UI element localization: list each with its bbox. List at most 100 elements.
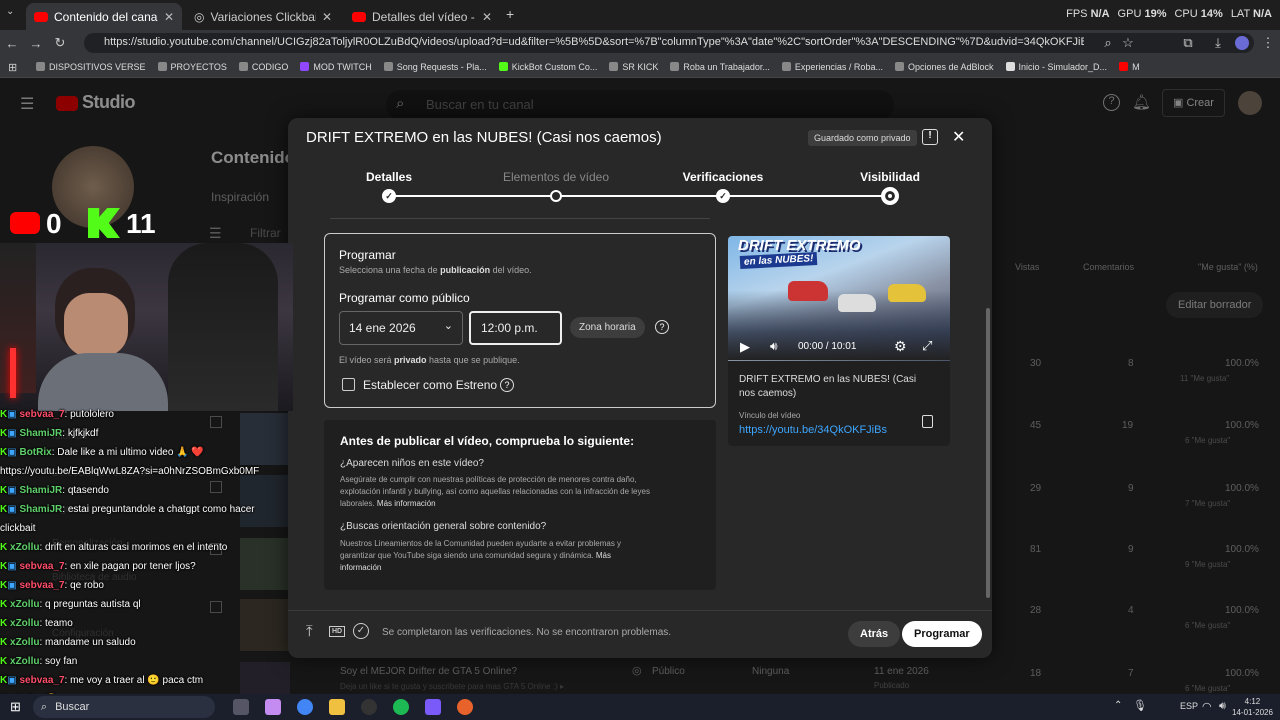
app-icon[interactable] bbox=[360, 699, 377, 715]
check-icon[interactable]: ✓ bbox=[716, 189, 730, 203]
gear-icon[interactable]: ⚙ bbox=[894, 338, 907, 355]
timezone-button[interactable]: Zona horaria bbox=[570, 317, 645, 338]
schedule-panel: Programar Selecciona una fecha de public… bbox=[324, 233, 716, 408]
url-field[interactable]: https://studio.youtube.com/channel/UCIGz… bbox=[84, 33, 1254, 53]
copilot-icon[interactable] bbox=[264, 699, 281, 715]
back-icon[interactable]: ← bbox=[0, 36, 24, 51]
youtube-icon bbox=[352, 11, 366, 22]
player-time: 00:00 / 10:01 bbox=[798, 341, 857, 352]
person-face bbox=[64, 293, 128, 357]
chat-line: K▣ BotRix: Dale like a mi ultimo video 🙏… bbox=[0, 447, 204, 458]
more-info-link[interactable]: Más información bbox=[377, 499, 436, 508]
tab-contenido[interactable]: Contenido del canal - YouTube ✕ bbox=[26, 3, 182, 30]
schedule-button[interactable]: Programar bbox=[902, 621, 982, 647]
menu-icon[interactable]: ⋮ bbox=[1256, 35, 1280, 51]
volume-icon[interactable]: 🔊︎ bbox=[770, 339, 778, 354]
extensions-icon[interactable]: ⧉ bbox=[1176, 35, 1200, 51]
car-yellow bbox=[888, 284, 926, 302]
close-tab-icon[interactable]: ✕ bbox=[322, 10, 332, 24]
premiere-label[interactable]: Establecer como Estreno bbox=[363, 378, 497, 392]
apps-grid-icon[interactable]: ⊞ bbox=[8, 61, 17, 74]
youtube-icon bbox=[34, 11, 48, 22]
video-link[interactable]: https://youtu.be/34QkOKFJiBs bbox=[739, 424, 887, 436]
car-red bbox=[788, 281, 828, 301]
scrollbar[interactable] bbox=[986, 308, 990, 598]
bookmark[interactable]: PROYECTOS bbox=[157, 62, 227, 72]
tab-search-icon[interactable]: ⌄ bbox=[6, 6, 14, 17]
task-view-icon[interactable] bbox=[232, 699, 249, 715]
bookmark[interactable]: Opciones de AdBlock bbox=[894, 62, 994, 72]
bookmark[interactable]: KickBot Custom Co... bbox=[498, 62, 597, 72]
premiere-checkbox[interactable] bbox=[342, 378, 355, 391]
speaker-icon[interactable]: 🔊︎ bbox=[1219, 700, 1226, 713]
globe-icon: ◎ bbox=[194, 9, 205, 24]
copy-icon[interactable] bbox=[922, 415, 933, 428]
step-dot-pending[interactable] bbox=[550, 190, 562, 202]
checks-q2: ¿Buscas orientación general sobre conten… bbox=[340, 521, 547, 532]
perf-overlay: FPS N/A GPU 19% CPU 14% LAT N/A bbox=[1066, 8, 1272, 20]
back-button[interactable]: Atrás bbox=[848, 621, 901, 647]
spotify-icon[interactable] bbox=[392, 699, 409, 715]
search-icon: ⌕ bbox=[40, 700, 48, 713]
bookmark[interactable]: M bbox=[1119, 62, 1140, 72]
help-icon[interactable]: ? bbox=[500, 378, 514, 392]
private-note: El vídeo será privado hasta que se publi… bbox=[339, 355, 520, 365]
bookmark[interactable]: Inicio - Simulador_D... bbox=[1005, 62, 1107, 72]
thumb-title-1: DRIFT EXTREMO bbox=[738, 237, 861, 254]
chat-line: K▣ ShamiJR: qtasendo bbox=[0, 485, 109, 496]
step-label-details[interactable]: Detalles bbox=[366, 170, 412, 184]
taskbar-search[interactable]: ⌕ Buscar bbox=[32, 696, 215, 718]
obs-icon[interactable] bbox=[456, 699, 473, 715]
close-modal-icon[interactable]: ✕ bbox=[952, 127, 965, 147]
person-shirt bbox=[38, 353, 168, 411]
progress-steps: Detalles Elementos de vídeo Verificacion… bbox=[288, 168, 992, 208]
upload-modal: DRIFT EXTREMO en las NUBES! (Casi nos ca… bbox=[288, 118, 992, 658]
windows-start-icon[interactable]: ⊞ bbox=[10, 699, 21, 715]
bookmark[interactable]: Experiencias / Roba... bbox=[781, 62, 883, 72]
bookmark[interactable]: MOD TWITCH bbox=[300, 62, 372, 72]
schedule-as-public-label: Programar como público bbox=[339, 291, 470, 305]
bookmarks-bar: ⊞ DISPOSITIVOS VERSE PROYECTOS CODIGO MO… bbox=[0, 56, 1280, 78]
bookmark[interactable]: Roba un Trabajador... bbox=[670, 62, 770, 72]
step-label-elements[interactable]: Elementos de vídeo bbox=[503, 170, 609, 184]
bookmark[interactable]: SR KICK bbox=[609, 62, 658, 72]
check-icon[interactable]: ✓ bbox=[382, 189, 396, 203]
time-input[interactable]: 12:00 p.m. bbox=[469, 311, 562, 345]
help-icon[interactable]: ? bbox=[655, 320, 669, 334]
video-player[interactable]: DRIFT EXTREMO en las NUBES! ▶ 🔊︎ 00:00 /… bbox=[728, 236, 950, 361]
tab-detalles[interactable]: Detalles del vídeo - YouTube St ✕ bbox=[344, 3, 500, 30]
feedback-icon[interactable]: ! bbox=[922, 129, 938, 145]
play-icon[interactable]: ▶ bbox=[740, 339, 750, 355]
step-label-visibility[interactable]: Visibilidad bbox=[860, 170, 920, 184]
bookmark[interactable]: CODIGO bbox=[238, 62, 288, 72]
close-tab-icon[interactable]: ✕ bbox=[164, 10, 174, 24]
chat-line: K xZollu: q preguntas autista ql bbox=[0, 599, 141, 610]
chrome-icon[interactable] bbox=[296, 699, 313, 715]
fullscreen-icon[interactable]: ⤢ bbox=[922, 338, 932, 354]
new-tab-icon[interactable]: + bbox=[506, 6, 514, 22]
explorer-icon[interactable] bbox=[328, 699, 345, 715]
chevron-down-icon: ⌄ bbox=[443, 320, 453, 332]
reload-icon[interactable]: ↻ bbox=[48, 35, 72, 51]
address-bar-row: ← → ↻ https://studio.youtube.com/channel… bbox=[0, 30, 1280, 56]
close-tab-icon[interactable]: ✕ bbox=[482, 10, 492, 24]
bookmark[interactable]: Song Requests - Pla... bbox=[383, 62, 487, 72]
discord-icon[interactable] bbox=[424, 699, 441, 715]
star-icon[interactable]: ☆ bbox=[1116, 35, 1140, 51]
tray-chevron-icon[interactable]: ⌃ bbox=[1114, 700, 1122, 711]
upload-icon: ⤒ bbox=[306, 623, 313, 640]
download-icon[interactable]: ⤓ bbox=[1206, 35, 1230, 51]
wifi-icon[interactable]: ◠ bbox=[1202, 700, 1212, 713]
clock[interactable]: 4:12 14-01-2026 bbox=[1232, 696, 1273, 718]
mic-icon[interactable]: 🎙︎ bbox=[1133, 699, 1147, 712]
forward-icon[interactable]: → bbox=[24, 36, 48, 51]
language-indicator[interactable]: ESP bbox=[1180, 701, 1198, 711]
profile-avatar[interactable] bbox=[1235, 36, 1249, 50]
tab-variaciones[interactable]: ◎ Variaciones Clickbait Título ✕ bbox=[186, 3, 340, 30]
checks-p1: Asegúrate de cumplir con nuestras políti… bbox=[340, 475, 650, 508]
date-select[interactable]: 14 ene 2026 ⌄ bbox=[339, 311, 463, 345]
step-label-checks[interactable]: Verificaciones bbox=[683, 170, 764, 184]
saved-badge: Guardado como privado bbox=[808, 130, 917, 146]
bookmark[interactable]: DISPOSITIVOS VERSE bbox=[36, 62, 146, 72]
step-dot-current[interactable] bbox=[881, 187, 899, 205]
